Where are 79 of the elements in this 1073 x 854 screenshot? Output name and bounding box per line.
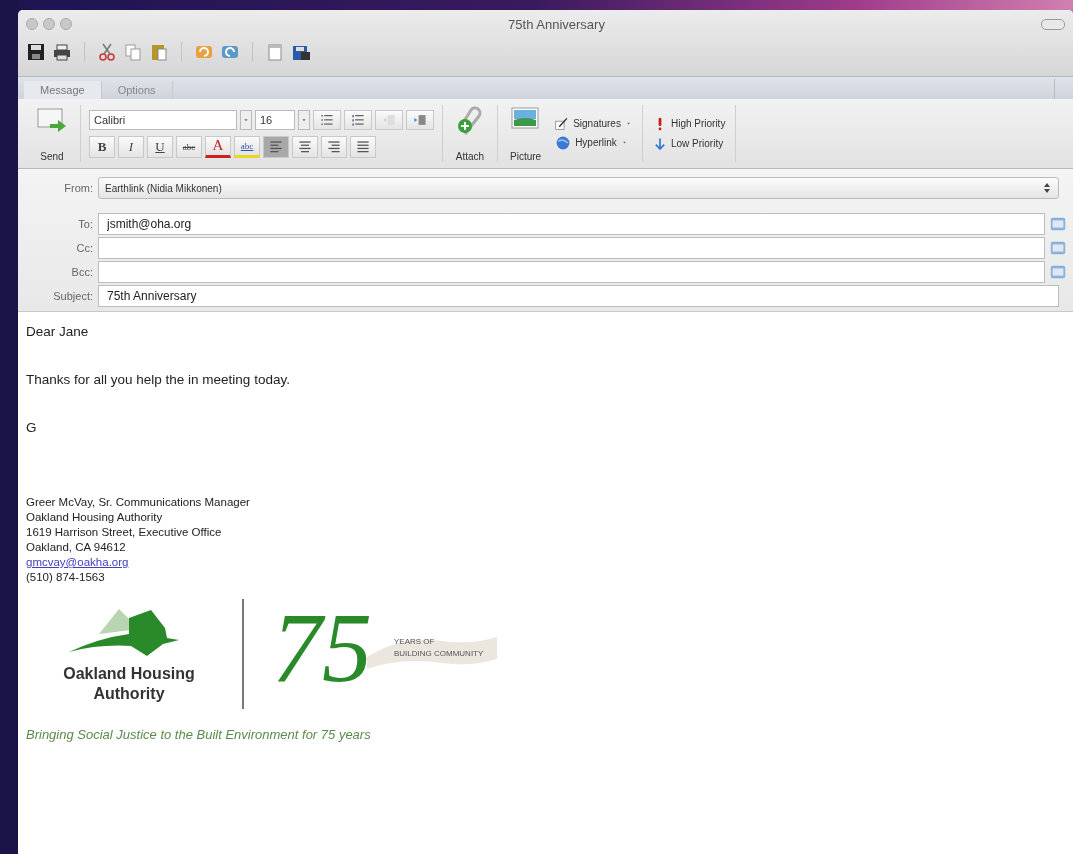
bullet-list-button[interactable] [313, 109, 341, 130]
subject-field[interactable]: 75th Anniversary [98, 285, 1059, 307]
align-left-icon [268, 138, 284, 155]
strikethrough-button[interactable]: abc [176, 135, 202, 158]
align-left-button[interactable] [263, 135, 289, 158]
align-right-button[interactable] [321, 135, 347, 158]
anniversary-number: 75 [272, 593, 373, 703]
font-color-button[interactable]: A [205, 135, 231, 158]
low-priority-button[interactable]: Low Priority [650, 133, 728, 154]
email-link[interactable]: gmcvay@oakha.org [26, 555, 129, 570]
bold-button[interactable]: B [89, 135, 115, 158]
outdent-icon [381, 112, 397, 127]
address-book-icon[interactable] [1049, 263, 1067, 281]
signatures-button[interactable]: Signatures [553, 114, 634, 133]
signature-line: 1619 Harrison Street, Executive Office [26, 525, 222, 540]
save-icon[interactable] [26, 42, 46, 62]
field-label: Cc: [75, 242, 94, 254]
phone-number: (510) 874-1563 [26, 570, 105, 585]
paste-icon[interactable] [149, 42, 169, 62]
decrease-indent-button[interactable] [375, 109, 403, 130]
field-label: Subject: [52, 290, 94, 302]
send-icon [36, 105, 68, 134]
picture-button[interactable]: Picture [506, 105, 546, 162]
cut-icon[interactable] [97, 42, 117, 62]
high-priority-button[interactable]: High Priority [650, 113, 728, 134]
align-center-icon [297, 138, 313, 155]
highlight-button[interactable]: abc [234, 135, 260, 158]
body-paragraph: Thanks for all you help the in meeting today. [26, 372, 291, 387]
font-size-field[interactable]: 16 [255, 109, 295, 130]
align-center-button[interactable] [292, 135, 318, 158]
tagline: Bringing Social Justice to the Built Environment for 75 years [26, 727, 372, 742]
logo-name: Authority [93, 684, 165, 704]
font-dropdown-button[interactable] [240, 109, 252, 130]
down-arrow-icon [652, 135, 667, 152]
italic-button[interactable]: I [118, 135, 144, 158]
recipient-field[interactable] [98, 261, 1045, 283]
ribbon-tab[interactable]: Message [24, 81, 102, 99]
copy-icon[interactable] [123, 42, 143, 62]
numbered-list-icon [350, 112, 366, 127]
signature-line: Greer McVay, Sr. Communications Manager [26, 495, 250, 510]
field-label: Bcc: [70, 266, 94, 278]
from-label: From: [63, 182, 94, 194]
banner-text: YEARS OF [394, 637, 435, 646]
toolbar-toggle-button[interactable] [1041, 18, 1065, 30]
address-book-icon[interactable] [1049, 239, 1067, 257]
globe-icon [555, 134, 572, 151]
indent-icon [412, 112, 428, 127]
from-account-dropdown[interactable]: Earthlink (Nidia Mikkonen) [98, 177, 1059, 199]
close-button[interactable] [26, 18, 38, 30]
printer-icon[interactable] [52, 42, 72, 62]
font-size-dropdown-button[interactable] [298, 109, 310, 130]
address-book-icon[interactable] [1049, 215, 1067, 233]
minimize-button[interactable] [43, 18, 55, 30]
attach-button[interactable]: Attach [451, 105, 489, 162]
signature-line: Oakland, CA 94612 [26, 540, 126, 555]
stepper-icon [1042, 182, 1052, 194]
zoom-button[interactable] [60, 18, 72, 30]
numbered-list-button[interactable] [344, 109, 372, 130]
bullet-list-icon [319, 112, 335, 127]
body-paragraph: Dear Jane [26, 324, 90, 339]
justify-button[interactable] [350, 135, 376, 158]
logo-name: Oakland Housing [63, 664, 195, 684]
window-title: 75th Anniversary [507, 16, 606, 32]
field-label: To: [77, 218, 94, 230]
recipient-field[interactable] [98, 237, 1045, 259]
font-name-field[interactable]: Calibri [89, 109, 237, 130]
pen-icon [555, 116, 570, 131]
justify-icon [355, 138, 371, 155]
send-button[interactable]: Send [32, 105, 72, 162]
picture-icon [510, 105, 541, 132]
signature-line: Oakland Housing Authority [26, 510, 163, 525]
recipient-field[interactable]: jsmith@oha.org [98, 213, 1045, 235]
underline-button[interactable]: U [147, 135, 173, 158]
calendar-icon[interactable] [265, 42, 285, 62]
body-paragraph: G [26, 420, 38, 435]
hyperlink-button[interactable]: Hyperlink [553, 132, 634, 153]
align-right-icon [326, 138, 342, 155]
increase-indent-button[interactable] [406, 109, 434, 130]
banner-text: BUILDING COMMUNITY [394, 649, 484, 658]
